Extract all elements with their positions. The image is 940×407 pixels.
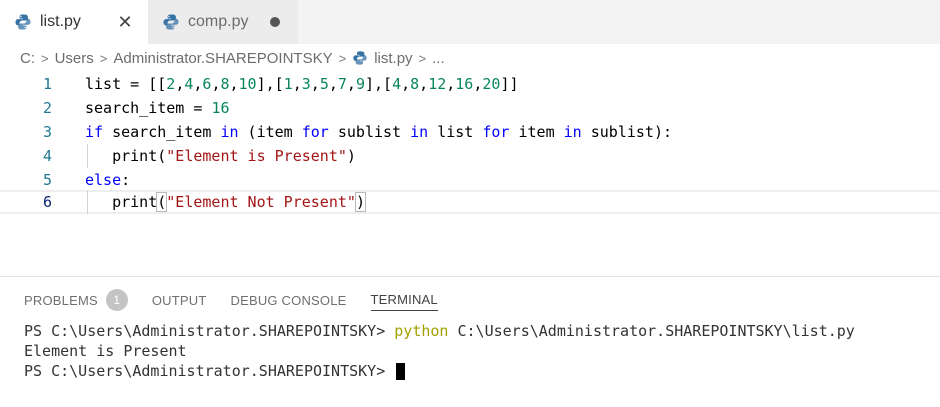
panel-tab-bar: PROBLEMS 1 OUTPUT DEBUG CONSOLE TERMINAL [24,289,462,311]
tab-output[interactable]: OUTPUT [152,289,207,311]
line-number: 4 [42,147,52,165]
terminal-prompt: PS C:\Users\Administrator.SHAREPOINTSKY> [24,362,395,380]
close-icon[interactable]: ✕ [116,13,134,31]
problems-count-badge: 1 [105,289,128,311]
code-line: 1 list = [[2,4,6,8,10],[1,3,5,7,9],[4,8,… [0,72,940,96]
tab-label: comp.py [188,13,249,30]
breadcrumb-drive[interactable]: C: [20,50,35,67]
code-text: else: [85,171,131,189]
breadcrumb-separator: > [418,50,427,66]
editor-tab-bar: list.py ✕ comp.py [0,0,940,44]
code-line-current: 6 print("Element Not Present") [0,190,940,214]
terminal-line: Element is Present [24,342,187,360]
code-editor[interactable]: 1 list = [[2,4,6,8,10],[1,3,5,7,9],[4,8,… [0,72,940,222]
terminal-line: PS C:\Users\Administrator.SHAREPOINTSKY>… [24,321,855,341]
line-number: 3 [42,123,52,141]
tab-comp-py[interactable]: comp.py [148,0,298,44]
python-file-icon [14,13,32,31]
breadcrumb: C: > Users > Administrator.SHAREPOINTSKY… [20,47,445,69]
terminal-prompt: PS C:\Users\Administrator.SHAREPOINTSKY> [24,322,395,340]
terminal-args: C:\Users\Administrator.SHAREPOINTSKY\lis… [448,322,855,340]
code-line: 4 print("Element is Present") [0,144,940,168]
line-number: 2 [42,99,52,117]
terminal-output[interactable]: PS C:\Users\Administrator.SHAREPOINTSKY>… [24,321,855,381]
code-text: print("Element is Present") [85,147,356,165]
code-line: 5 else: [0,168,940,192]
tab-label: PROBLEMS [24,292,98,308]
code-text: if search_item in (item for sublist in l… [85,123,673,141]
unsaved-dot-icon[interactable] [270,17,280,27]
breadcrumb-users[interactable]: Users [55,50,94,67]
tab-problems[interactable]: PROBLEMS 1 [24,289,128,311]
tab-label: list.py [40,13,81,30]
terminal-cursor [396,363,406,380]
line-number: 1 [42,75,52,93]
tab-debug-console[interactable]: DEBUG CONSOLE [231,289,347,311]
code-text: print("Element Not Present") [85,192,366,212]
terminal-line: PS C:\Users\Administrator.SHAREPOINTSKY> [24,361,855,381]
line-number: 6 [42,193,52,211]
tab-list-py[interactable]: list.py ✕ [0,0,148,44]
bottom-panel: PROBLEMS 1 OUTPUT DEBUG CONSOLE TERMINAL… [0,276,940,407]
python-file-icon [352,50,368,66]
tab-terminal[interactable]: TERMINAL [370,289,438,311]
breadcrumb-separator: > [41,50,49,66]
python-file-icon [162,13,180,31]
breadcrumb-separator: > [99,50,108,66]
code-line: 3 if search_item in (item for sublist in… [0,120,940,144]
code-line: 2 search_item = 16 [0,96,940,120]
terminal-command: python [394,322,449,340]
code-text: search_item = 16 [85,99,230,117]
breadcrumb-file[interactable]: list.py [374,50,412,67]
line-number: 5 [42,171,52,189]
code-text: list = [[2,4,6,8,10],[1,3,5,7,9],[4,8,12… [85,75,519,93]
breadcrumb-separator: > [338,50,347,66]
breadcrumb-user-folder[interactable]: Administrator.SHAREPOINTSKY [113,50,332,67]
breadcrumb-symbols[interactable]: ... [432,50,445,67]
